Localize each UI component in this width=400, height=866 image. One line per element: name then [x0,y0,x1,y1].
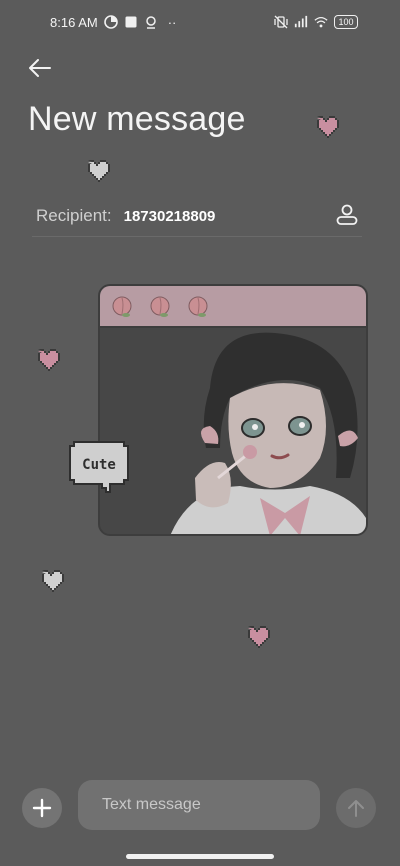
cute-speech-bubble: Cute [69,441,129,493]
mute-vibrate-icon [274,15,288,29]
pie-icon [103,15,118,29]
pixel-heart-icon [42,570,64,592]
signal-icon [294,15,308,28]
anime-girl-illustration [100,328,366,534]
contact-picker-button[interactable] [332,200,362,230]
status-time: 8:16 AM [50,14,98,30]
status-left: 8:16 AM ·· [50,15,176,30]
status-bar: 8:16 AM ·· 100 [0,0,400,44]
cute-bubble-text: Cute [82,457,116,473]
location-ring-icon [145,16,156,29]
card-header-strip [100,286,366,328]
pixel-heart-icon [88,160,110,182]
message-input[interactable] [78,780,320,830]
arrow-left-icon [29,59,51,77]
pixel-heart-icon [38,349,60,371]
send-button[interactable] [336,788,376,828]
recipient-field[interactable]: Recipient: 18730218809 [36,196,362,236]
home-indicator[interactable] [126,854,274,859]
square-app-icon [125,16,137,28]
status-right: 100 [274,15,358,29]
compose-bar [0,780,400,832]
wallpaper-illustration-card [98,284,368,536]
page-title: New message [28,100,246,138]
recipient-label: Recipient: [36,206,112,225]
pixel-heart-icon [317,116,339,138]
peach-icon [188,296,208,317]
person-icon [336,204,358,225]
peach-icon [112,296,132,317]
pixel-heart-icon [248,626,270,648]
status-dots: ·· [167,14,177,30]
add-attachment-button[interactable] [22,788,62,828]
back-button[interactable] [24,52,56,84]
peach-icon [150,296,170,317]
plus-icon [32,798,52,818]
recipient-value[interactable]: 18730218809 [124,208,216,225]
recipient-divider [32,236,362,237]
battery-icon: 100 [334,15,358,29]
arrow-up-icon [348,800,364,817]
wifi-icon [314,16,328,28]
